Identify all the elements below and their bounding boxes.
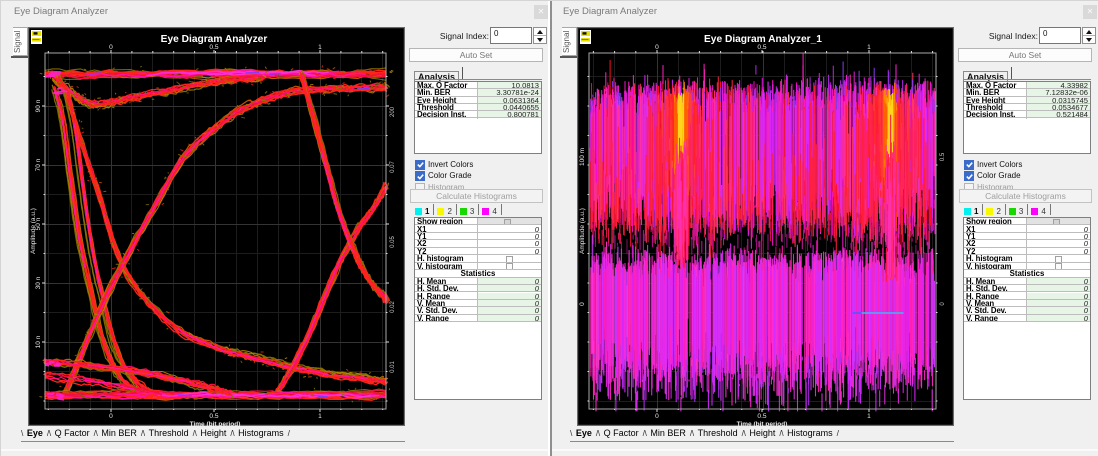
svg-text:Amplitude (a.u.): Amplitude (a.u.) (30, 208, 37, 254)
svg-text:200: 200 (390, 106, 396, 117)
svg-text:0.5: 0.5 (757, 44, 766, 51)
svg-text:0: 0 (109, 44, 113, 51)
svg-text:0.5: 0.5 (209, 44, 218, 51)
svg-text:Amplitude (a.u.): Amplitude (a.u.) (579, 208, 586, 254)
svg-text:0.05: 0.05 (390, 236, 396, 248)
svg-text:Eye Diagram Analyzer_1: Eye Diagram Analyzer_1 (704, 34, 822, 45)
svg-text:0: 0 (655, 413, 659, 420)
svg-text:0.5: 0.5 (757, 413, 766, 420)
svg-text:0.5: 0.5 (940, 152, 946, 161)
svg-text:10 n: 10 n (35, 335, 42, 348)
svg-text:Eye Diagram Analyzer: Eye Diagram Analyzer (161, 34, 268, 45)
svg-text:1: 1 (318, 413, 322, 420)
svg-text:30 n: 30 n (35, 276, 42, 289)
svg-text:1: 1 (318, 44, 322, 51)
svg-text:90 n: 90 n (35, 99, 42, 112)
svg-text:0.5: 0.5 (209, 413, 218, 420)
svg-text:0.01: 0.01 (390, 361, 396, 373)
svg-text:100 m: 100 m (579, 148, 586, 166)
svg-text:0.02: 0.02 (390, 301, 396, 313)
svg-text:0: 0 (109, 413, 113, 420)
svg-text:0: 0 (579, 302, 586, 306)
svg-text:1: 1 (867, 413, 871, 420)
svg-text:0: 0 (655, 44, 659, 51)
svg-text:0.07: 0.07 (390, 161, 396, 173)
svg-text:1: 1 (867, 44, 871, 51)
svg-text:70 n: 70 n (35, 158, 42, 171)
